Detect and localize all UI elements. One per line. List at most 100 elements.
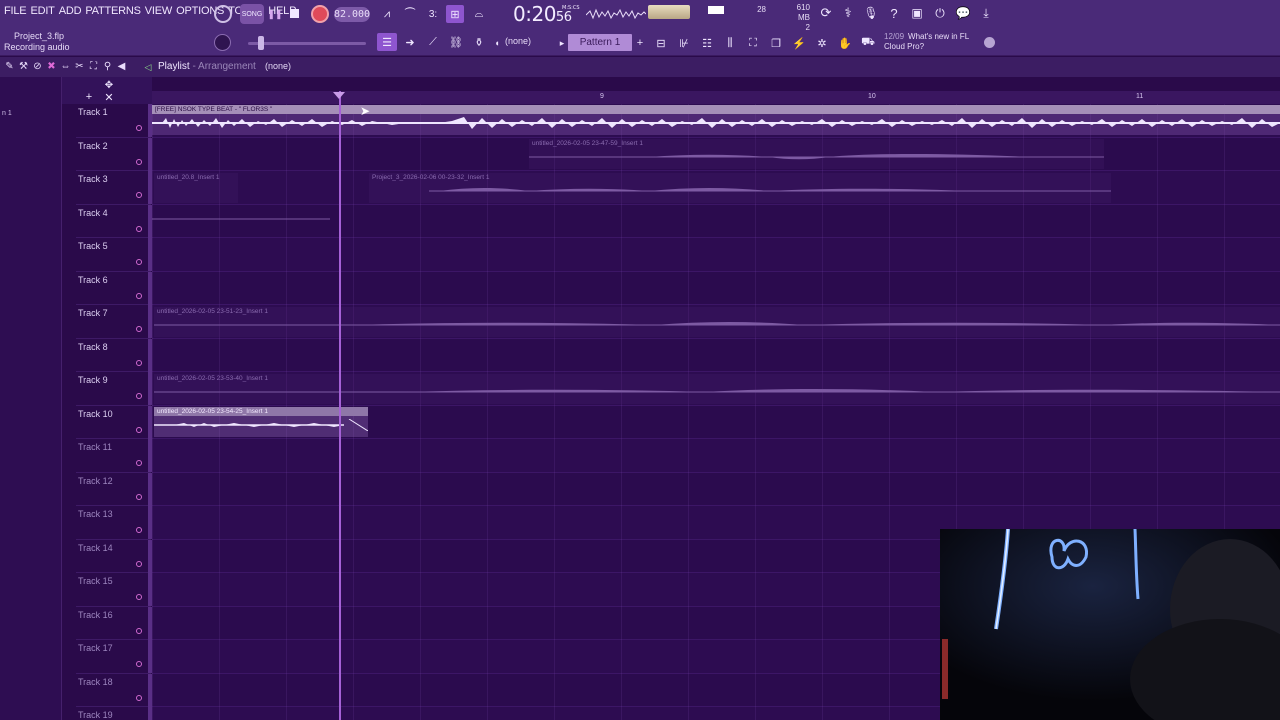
arrangement-selector[interactable]: (none) (265, 61, 291, 71)
loop-record-icon[interactable]: ⌓ (470, 6, 488, 22)
delete-tool-icon[interactable]: ⊘ (32, 61, 43, 72)
track-mute-led-icon[interactable] (136, 661, 142, 667)
track-mute-led-icon[interactable] (136, 493, 142, 500)
audio-clip-track7[interactable]: untitled_2026-02-05 23-51-23_Insert 1 (154, 307, 1280, 337)
track-mute-led-icon[interactable] (136, 560, 142, 567)
playback-tool-icon[interactable]: ◀ (116, 61, 127, 72)
track-mute-led-icon[interactable] (136, 627, 142, 634)
track-mute-led-icon[interactable] (136, 192, 142, 198)
slice-tool-icon[interactable]: ✂ (74, 61, 85, 72)
playhead-marker[interactable] (333, 92, 345, 99)
master-volume-meter[interactable] (648, 5, 690, 19)
save-icon[interactable]: ▣ (909, 5, 925, 21)
track-header[interactable]: Track 11 (76, 439, 152, 473)
audio-clip-track2[interactable]: untitled_2026-02-05 23-47-59_Insert 1 (529, 139, 1104, 169)
track-mute-led-icon[interactable] (136, 292, 142, 299)
stamp-icon[interactable]: ⚱ (471, 34, 487, 50)
menu-patterns[interactable]: PATTERNS (85, 5, 141, 17)
plugin-icon[interactable]: ⏻ (932, 5, 948, 21)
help-icon[interactable]: ? (886, 5, 902, 21)
add-track-icon[interactable]: + (84, 91, 94, 103)
track-header[interactable]: Track 6 (76, 271, 152, 305)
track-mute-led-icon[interactable] (136, 259, 142, 265)
audio-clip-track3-a[interactable]: untitled_20.8_Insert 1 (154, 173, 238, 203)
chat-icon[interactable]: 💬 (955, 5, 971, 21)
menu-file[interactable]: FILE (4, 5, 27, 17)
track-mute-led-icon[interactable] (136, 393, 142, 399)
snap-icon[interactable]: ◖ (492, 36, 502, 50)
track-header[interactable]: Track 2 (76, 137, 152, 171)
dna-icon[interactable]: ⚕ (840, 5, 856, 21)
record-button[interactable] (311, 5, 329, 23)
track-header[interactable]: Track 16 (76, 606, 152, 640)
track-header[interactable]: Track 8 (76, 338, 152, 372)
timeline-ruler[interactable]: 9 10 11 (152, 91, 1280, 104)
track-mute-led-icon[interactable] (136, 125, 142, 131)
menu-edit[interactable]: EDIT (30, 5, 54, 17)
track-mute-led-icon[interactable] (136, 426, 142, 433)
audio-clip-track1[interactable]: [FREE] NSOK TYPE BEAT - " FLOR3S " (152, 105, 1280, 135)
master-pitch-knob[interactable] (214, 34, 231, 51)
link-icon[interactable]: ⛓ (448, 34, 464, 50)
download-icon[interactable]: ⤓ (978, 5, 994, 21)
tempo-display[interactable]: 82.000 (334, 7, 370, 22)
slider-handle[interactable] (258, 36, 264, 50)
playhead[interactable] (339, 91, 341, 720)
menu-add[interactable]: ADD (59, 5, 82, 17)
select-tool-icon[interactable]: ⛶ (88, 61, 99, 72)
brush-icon[interactable]: ⟋ (425, 34, 441, 50)
pause-icon[interactable]: ❚❚ (267, 6, 282, 22)
track-mute-led-icon[interactable] (136, 225, 142, 232)
audio-clip-track4[interactable] (152, 207, 330, 237)
paint-tool-icon[interactable]: ⚒ (18, 61, 29, 72)
move-icon[interactable]: ✥ (102, 79, 116, 91)
track-header[interactable]: Track 9 (76, 372, 152, 406)
playlist-view-icon[interactable]: ☰ (377, 33, 397, 51)
track-header[interactable]: Track 14 (76, 539, 152, 573)
slip-tool-icon[interactable]: ⇔ (60, 61, 71, 72)
track-header[interactable]: Track 18 (76, 673, 152, 707)
track-mute-led-icon[interactable] (136, 594, 142, 600)
snap-selector[interactable]: (none) (505, 36, 531, 46)
track-header[interactable]: Track 1 (76, 104, 152, 138)
hand-icon[interactable]: ✋ (836, 34, 854, 52)
browser-icon[interactable]: ⛶ (744, 34, 762, 52)
stop-icon[interactable] (290, 9, 299, 18)
wait-for-input-icon[interactable]: ⏜ (400, 6, 420, 22)
song-mode-toggle[interactable]: SONG (240, 4, 264, 24)
metronome-knob[interactable] (214, 5, 232, 23)
zoom-tool-icon[interactable]: ⚲ (102, 61, 113, 72)
news-panel[interactable]: 12/09 What's new in FL Cloud Pro? (884, 32, 969, 52)
track-mute-led-icon[interactable] (136, 158, 142, 165)
microphone-icon[interactable]: 🎙 (863, 5, 878, 21)
track-header[interactable]: Track 3 (76, 171, 152, 205)
track-header[interactable]: Track 13 (76, 506, 152, 540)
piano-roll-icon[interactable]: ⊮ (675, 34, 693, 52)
undo-icon[interactable]: ⟳ (818, 5, 834, 21)
track-mute-led-icon[interactable] (136, 460, 142, 466)
channel-rack-icon[interactable]: ☷ (698, 34, 716, 52)
countdown-icon[interactable]: 3: (424, 6, 442, 22)
track-mute-led-icon[interactable] (136, 694, 142, 701)
project-icon[interactable]: ❐ (767, 34, 785, 52)
track-header[interactable]: Track 15 (76, 573, 152, 607)
mixer-icon[interactable]: ⫼ (721, 34, 739, 52)
playlist-arrow-icon[interactable]: ◁ (143, 61, 153, 73)
track-header[interactable]: Track 7 (76, 305, 152, 339)
track-header[interactable]: Track 10 (76, 405, 152, 439)
play-pattern-icon[interactable]: ▸ (556, 35, 568, 51)
mute-tool-icon[interactable]: ✖ (46, 61, 57, 72)
playlist-icon[interactable]: ⊟ (652, 34, 670, 52)
step-edit-icon[interactable]: ⊞ (446, 5, 464, 23)
audio-clip-track10[interactable]: untitled_2026-02-05 23-54-25_Insert 1 (154, 407, 368, 437)
track-header[interactable]: Track 12 (76, 472, 152, 506)
track-header[interactable]: Track 4 (76, 204, 152, 238)
plug-icon[interactable]: ⚡ (790, 34, 808, 52)
audio-clip-track3-b[interactable]: Project_3_2026-02-06 00-23-32_Insert 1 (369, 173, 1111, 203)
draw-tool-icon[interactable]: ✎ (4, 61, 15, 72)
track-mute-led-icon[interactable] (136, 527, 142, 533)
track-header[interactable]: Track 17 (76, 640, 152, 674)
picker-item[interactable]: n 1 (2, 110, 12, 117)
track-header[interactable]: Track 19 (76, 707, 152, 720)
add-pattern-icon[interactable]: + (634, 35, 646, 51)
